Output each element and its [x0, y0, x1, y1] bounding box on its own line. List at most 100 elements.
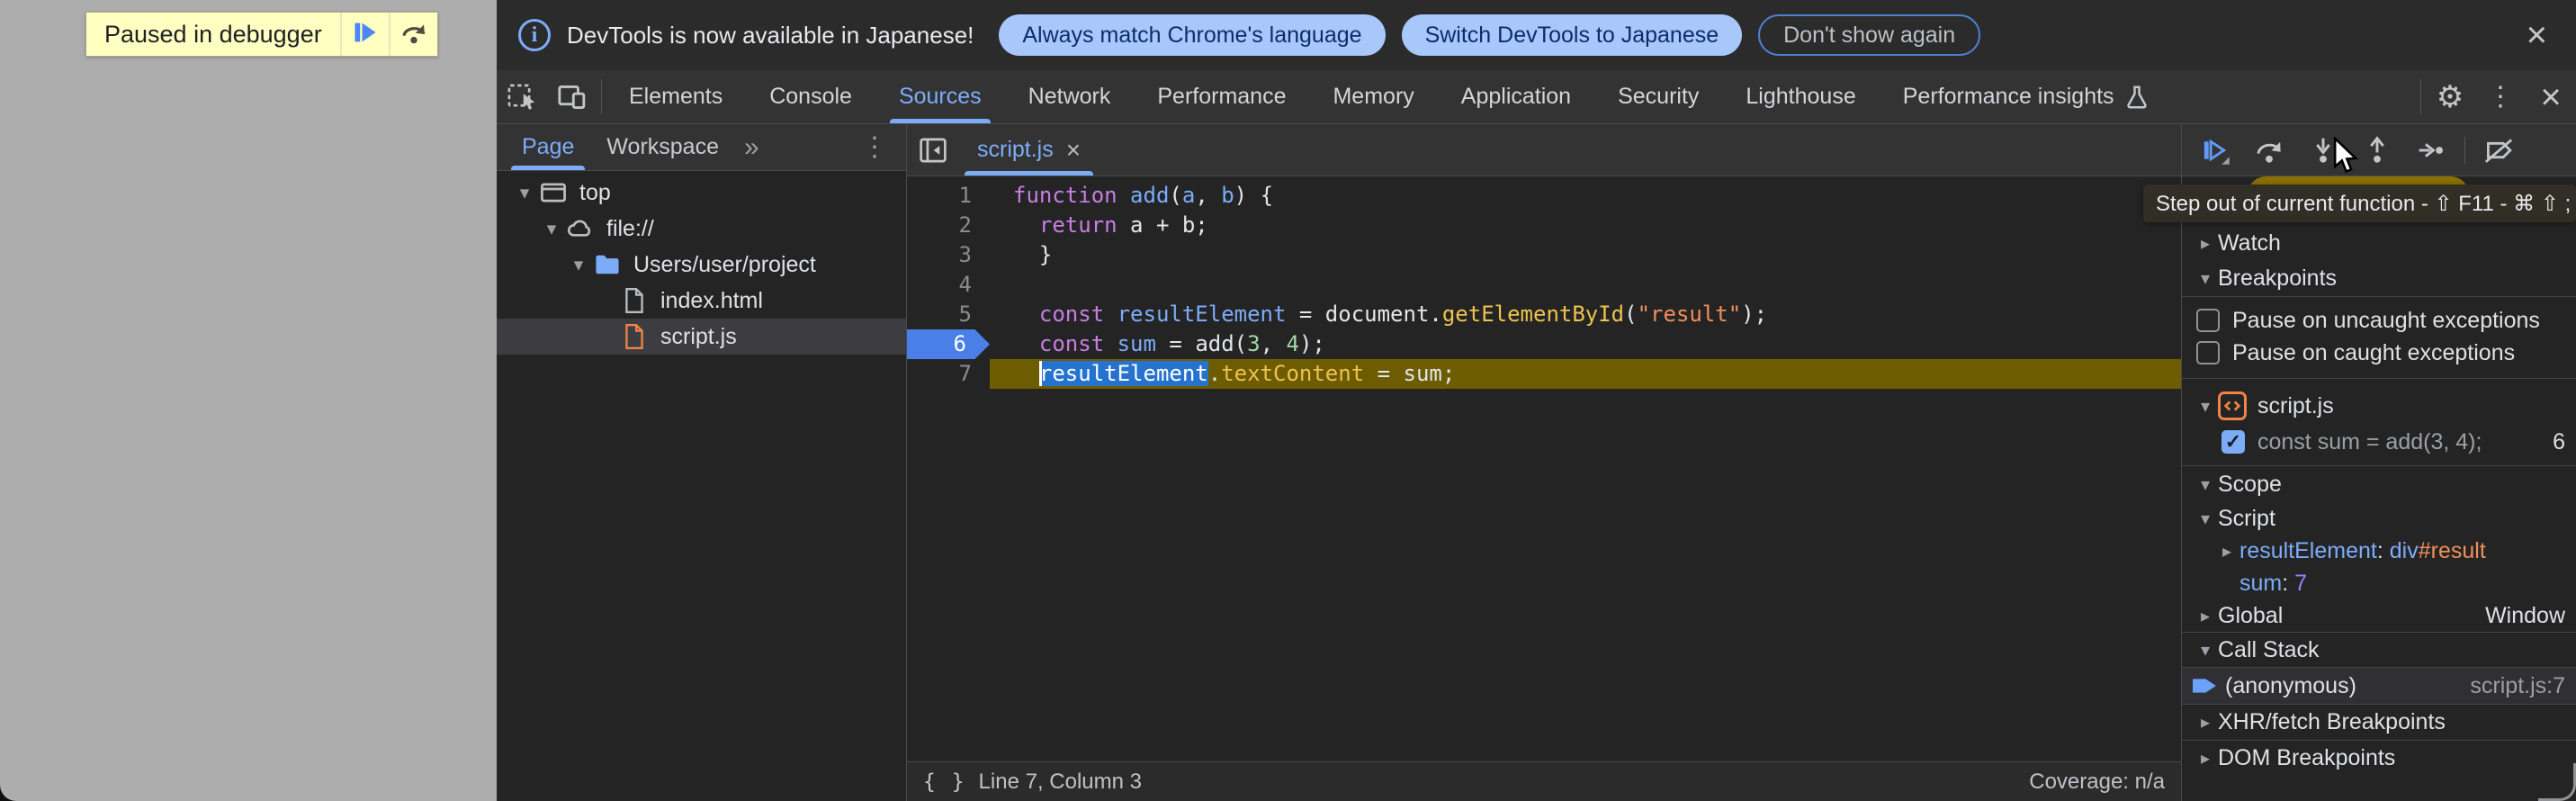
- line-number-4[interactable]: 4: [907, 270, 990, 300]
- editor-status-bar: { } Line 7, Column 3 Coverage: n/a: [907, 761, 2181, 801]
- tab-security[interactable]: Security: [1594, 70, 1722, 123]
- dom-breakpoints-header[interactable]: ▸DOM Breakpoints: [2182, 740, 2576, 776]
- frame-location: script.js:7: [2470, 673, 2565, 699]
- code-line-6[interactable]: 6 const sum = add(3, 4);: [907, 329, 2181, 359]
- tab-label: Memory: [1333, 84, 1414, 110]
- callstack-frame-row[interactable]: (anonymous) script.js:7: [2182, 668, 2576, 704]
- editor-tab-script-js[interactable]: script.js ×: [959, 124, 1099, 176]
- language-infobar: i DevTools is now available in Japanese!…: [497, 0, 2576, 70]
- resume-script-button[interactable]: [340, 13, 389, 56]
- step-over-icon: [399, 18, 428, 51]
- tab-performance-insights[interactable]: Performance insights: [1880, 70, 2174, 123]
- tab-workspace[interactable]: Workspace: [594, 124, 732, 170]
- paused-in-debugger-banner: Paused in debugger: [85, 12, 438, 57]
- code-line-1[interactable]: 1function add(a, b) {: [907, 181, 2181, 211]
- breakpoints-section-header[interactable]: ▾Breakpoints: [2182, 261, 2576, 297]
- navigator-kebab-icon[interactable]: ⋮: [856, 131, 893, 163]
- resume-button[interactable]: [2191, 130, 2239, 171]
- breakpoint-line-number: 6: [2553, 429, 2565, 455]
- code-line-5[interactable]: 5 const resultElement = document.getElem…: [907, 300, 2181, 329]
- breakpoint-file-group[interactable]: ▾ script.js: [2182, 388, 2576, 424]
- step-button[interactable]: [2407, 130, 2455, 171]
- settings-gear-icon[interactable]: ⚙: [2425, 70, 2475, 123]
- breakpoint-list: ▾ script.js ✓ const sum = add(3, 4); 6: [2182, 379, 2576, 466]
- pause-uncaught-exceptions-row[interactable]: Pause on uncaught exceptions: [2182, 304, 2576, 337]
- tab-lighthouse[interactable]: Lighthouse: [1722, 70, 1879, 123]
- tab-performance[interactable]: Performance: [1134, 70, 1309, 123]
- line-number-5[interactable]: 5: [907, 300, 990, 329]
- toggle-navigator-icon[interactable]: [907, 124, 959, 176]
- folder-icon: [592, 249, 623, 280]
- tree-item-index-html[interactable]: index.html: [497, 283, 906, 319]
- uncaught-checkbox[interactable]: [2196, 309, 2220, 332]
- step-over-banner-button[interactable]: [389, 13, 437, 56]
- tree-caret-icon[interactable]: ▾: [538, 218, 565, 240]
- breakpoint-entry-row[interactable]: ✓ const sum = add(3, 4); 6: [2182, 424, 2576, 460]
- step-into-button[interactable]: [2299, 130, 2347, 171]
- tab-console[interactable]: Console: [746, 70, 875, 123]
- scope-var-sum[interactable]: sum: 7: [2182, 567, 2576, 599]
- code-line-3[interactable]: 3 }: [907, 240, 2181, 270]
- cloud-icon: [565, 213, 596, 244]
- step-out-button[interactable]: [2353, 130, 2401, 171]
- breakpoint-checkbox[interactable]: ✓: [2221, 430, 2245, 454]
- deactivate-breakpoints-button[interactable]: [2474, 130, 2523, 171]
- device-toolbar-icon[interactable]: [547, 70, 597, 123]
- callstack-section-header[interactable]: ▾Call Stack: [2182, 632, 2576, 668]
- switch-devtools-japanese-button[interactable]: Switch DevTools to Japanese: [1402, 14, 1743, 56]
- tab-memory[interactable]: Memory: [1309, 70, 1437, 123]
- line-number-1[interactable]: 1: [907, 181, 990, 211]
- step-out-tooltip: Step out of current function - ⇧ F11 - ⌘…: [2143, 184, 2576, 222]
- screenshot-root: Paused in debugger i DevTools is now ava…: [0, 0, 2576, 801]
- match-chrome-language-button[interactable]: Always match Chrome's language: [999, 14, 1385, 56]
- line-content: const sum = add(3, 4);: [990, 329, 2181, 359]
- xhr-breakpoints-header[interactable]: ▸XHR/fetch Breakpoints: [2182, 704, 2576, 740]
- kebab-menu-icon[interactable]: ⋮: [2475, 70, 2526, 123]
- tab-elements[interactable]: Elements: [606, 70, 746, 123]
- resume-icon: [352, 19, 379, 50]
- tab-network[interactable]: Network: [1005, 70, 1135, 123]
- code-editor-pane: script.js × 1function add(a, b) {2 retur…: [907, 124, 2182, 801]
- scope-var-resultelement[interactable]: ▸ resultElement: div#result: [2182, 535, 2576, 567]
- tree-item-label: script.js: [660, 324, 737, 350]
- tab-sources[interactable]: Sources: [875, 70, 1005, 123]
- tree-item-users-user-project[interactable]: ▾Users/user/project: [497, 247, 906, 283]
- line-number-2[interactable]: 2: [907, 211, 990, 240]
- tab-page[interactable]: Page: [509, 124, 587, 170]
- scope-script-group[interactable]: ▾Script: [2182, 502, 2576, 535]
- tree-caret-icon[interactable]: ▾: [511, 182, 538, 204]
- watch-section-header[interactable]: ▸Watch: [2182, 225, 2576, 261]
- tab-label: Performance insights: [1903, 84, 2114, 110]
- inspect-element-icon[interactable]: [497, 70, 547, 123]
- tree-item-label: index.html: [660, 288, 763, 314]
- tree-item-file-[interactable]: ▾file://: [497, 211, 906, 247]
- caught-checkbox[interactable]: [2196, 341, 2220, 364]
- frame-icon: [538, 177, 569, 208]
- scope-section-header[interactable]: ▾Scope: [2182, 466, 2576, 502]
- tab-application[interactable]: Application: [1438, 70, 1594, 123]
- exception-options: Pause on uncaught exceptions Pause on ca…: [2182, 297, 2576, 379]
- breakpoint-marker-line-6[interactable]: 6: [907, 329, 990, 359]
- more-tabs-chevron-icon[interactable]: »: [739, 132, 765, 163]
- line-number-7[interactable]: 7: [907, 359, 990, 389]
- tab-label: Security: [1618, 84, 1699, 110]
- scope-global-group[interactable]: ▸ Global Window: [2182, 599, 2576, 632]
- pretty-print-icon[interactable]: { }: [923, 770, 966, 794]
- tree-item-script-js[interactable]: script.js: [497, 319, 906, 355]
- info-icon: i: [518, 19, 551, 51]
- code-line-7[interactable]: 7 resultElement.textContent = sum;: [907, 359, 2181, 389]
- file-gray-icon: [619, 285, 650, 316]
- pause-caught-exceptions-row[interactable]: Pause on caught exceptions: [2182, 337, 2576, 369]
- tree-caret-icon[interactable]: ▾: [565, 254, 592, 276]
- code-line-4[interactable]: 4: [907, 270, 2181, 300]
- tree-item-top[interactable]: ▾top: [497, 175, 906, 211]
- line-number-3[interactable]: 3: [907, 240, 990, 270]
- infobar-close-icon[interactable]: ×: [2519, 17, 2554, 53]
- dont-show-again-button[interactable]: Don't show again: [1758, 14, 1980, 56]
- step-over-button[interactable]: [2245, 130, 2293, 171]
- current-frame-icon: [2193, 675, 2216, 697]
- code-area[interactable]: 1function add(a, b) {2 return a + b;3 }4…: [907, 176, 2181, 761]
- code-line-2[interactable]: 2 return a + b;: [907, 211, 2181, 240]
- editor-tab-close-icon[interactable]: ×: [1066, 136, 1081, 165]
- close-devtools-icon[interactable]: ×: [2526, 70, 2576, 123]
